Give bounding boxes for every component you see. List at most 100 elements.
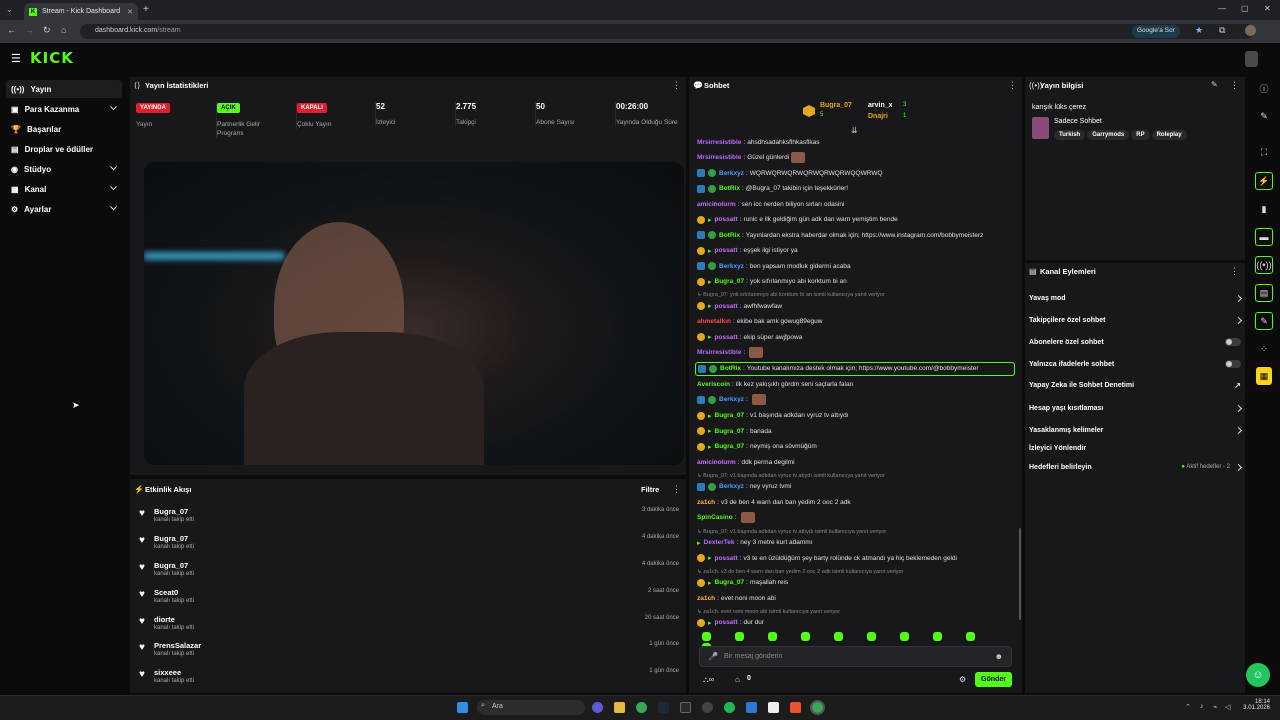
emoji-icon[interactable]: ☻ [995,652,1003,661]
bookmark-star-icon[interactable]: ★ [1195,25,1203,36]
action-ai-moderation[interactable]: Yapay Zeka ile Sohbet Denetimi ↗ [1029,377,1241,393]
activity-toggle-icon[interactable]: ⚡ [1255,172,1273,190]
chat-username[interactable]: BotRix [719,185,740,192]
leaderboard-user[interactable]: Dnajri [868,113,888,120]
vscode-icon[interactable] [746,702,757,713]
chat-username[interactable]: Bugra_07 [715,443,745,450]
leaderboard-user[interactable]: arvin_x [868,102,893,109]
stream-info-toggle-icon[interactable]: ((•)) [1255,256,1273,274]
toggle-switch[interactable] [1225,338,1241,346]
tag[interactable]: RP [1131,130,1150,140]
tag[interactable]: Roleplay [1151,130,1187,140]
chat-scrollbar[interactable] [1019,528,1021,620]
sidebar-item-droplar[interactable]: ▤ Droplar ve ödüller [6,140,122,158]
store-icon[interactable]: ⌂ [735,675,740,684]
chat-username[interactable]: Mrsirresistible [697,349,741,356]
mic-icon[interactable]: 🎤 [708,652,718,661]
send-button[interactable]: Gönder [975,672,1012,687]
action-followers-only[interactable]: Takipçilere özel sohbet [1029,312,1243,328]
chat-username[interactable]: possatt [715,619,738,626]
forward-icon[interactable]: → [25,25,34,35]
menu-icon[interactable]: ☰ [11,52,21,65]
maximize-icon[interactable]: ▢ [1241,4,1249,13]
chat-username[interactable]: amicinolurm [697,201,736,208]
chrome-active-icon[interactable] [810,700,825,715]
close-tab-icon[interactable]: ✕ [127,8,133,16]
more-options-icon[interactable]: ⋮ [1230,80,1239,91]
chat-username[interactable]: Berkxyz [719,396,744,403]
action-subs-only[interactable]: Abonelere özel sohbet [1029,334,1241,350]
apps-icon[interactable]: ⁘ [1254,340,1274,358]
edit-icon[interactable]: ✎ [1254,107,1274,125]
mic-tray-icon[interactable]: ♪ [1200,703,1204,710]
chat-username[interactable]: SpinCasino [697,514,733,521]
actions-toggle-icon[interactable]: ▤ [1255,284,1273,302]
activity-user[interactable]: sixxeee [154,668,181,677]
action-goals[interactable]: Hedefleri belirleyin ● Aktif hedefler - 2 [1029,459,1243,475]
edit-icon[interactable]: ✎ [1211,80,1218,89]
reload-icon[interactable]: ↻ [43,25,51,36]
chat-username[interactable]: possatt [715,555,738,562]
discord-icon[interactable] [592,702,603,713]
tab-search-icon[interactable]: ⌄ [6,5,13,14]
toggle-switch[interactable] [1225,360,1241,368]
stream-preview[interactable] [144,162,684,465]
tools-toggle-icon[interactable]: ✎ [1255,312,1273,330]
spotify-icon[interactable] [724,702,735,713]
chat-username[interactable]: Berkxyz [719,170,744,177]
chat-username[interactable]: amicinolurm [697,459,736,466]
close-window-icon[interactable]: ✕ [1264,4,1271,13]
chat-username[interactable]: Bugra_07 [715,579,745,586]
category-thumbnail[interactable] [1032,117,1049,139]
action-raid[interactable]: İzleyici Yönlendir [1029,440,1241,456]
url-input[interactable]: dashboard.kick.com/stream [80,24,1254,39]
app-icon[interactable] [680,702,691,713]
info-icon[interactable]: ⓘ [1254,79,1274,97]
chrome-icon[interactable] [636,702,647,713]
taskbar-clock[interactable]: 18:14 3.01.2026 [1242,699,1270,711]
profile-avatar[interactable] [1245,25,1256,36]
browser-tab[interactable]: K Stream - Kick Dashboard ✕ [24,3,138,20]
explorer-icon[interactable] [614,702,625,713]
chat-username[interactable]: possatt [715,303,738,310]
more-options-icon[interactable]: ⋮ [1230,266,1239,277]
more-options-icon[interactable]: ⋮ [672,484,681,495]
action-slow-mode[interactable]: Yavaş mod [1029,290,1243,306]
google-ask-button[interactable]: Google'a Sor [1132,25,1180,38]
action-banned-words[interactable]: Yasaklanmış kelimeler [1029,422,1243,438]
action-account-age[interactable]: Hesap yaşı kısıtlaması [1029,400,1243,416]
activity-user[interactable]: PrensSalazar [154,641,201,650]
chat-username[interactable]: BotRix [720,365,741,372]
home-icon[interactable]: ⌂ [61,25,66,35]
sidebar-item-para-kazanma[interactable]: ▣ Para Kazanma [6,100,122,118]
chat-username[interactable]: Bugra_07 [715,412,745,419]
preview-icon[interactable]: ⛶ [1254,143,1274,161]
chat-username[interactable]: Mrsirresistible [697,139,741,146]
filter-button[interactable]: Filtre [641,485,659,494]
stream-category[interactable]: Sadece Sohbet [1054,118,1102,125]
more-options-icon[interactable]: ⋮ [672,80,681,91]
back-icon[interactable]: ← [7,25,16,35]
minimize-icon[interactable]: — [1218,4,1226,13]
chat-username[interactable]: Averiscoin [697,381,730,388]
chat-username[interactable]: Berkxyz [719,483,744,490]
chat-username[interactable]: possatt [715,247,738,254]
tray-chevron-icon[interactable]: ⌃ [1185,703,1191,711]
new-tab-icon[interactable]: + [143,4,149,15]
collapse-icon[interactable]: ⇊ [851,126,858,135]
chat-username[interactable]: ahmetalkın [697,318,731,325]
sidebar-item-kanal[interactable]: ▦ Kanal [6,180,122,198]
chat-username[interactable]: za1ch [697,595,715,602]
kick-logo[interactable]: KICK [30,49,74,67]
chat-username[interactable]: possatt [715,334,738,341]
more-options-icon[interactable]: ⋮ [1008,80,1017,91]
sidebar-item-ayarlar[interactable]: ⚙ Ayarlar [6,200,122,218]
sidebar-item-basarilar[interactable]: 🏆 Başarılar [6,120,122,138]
help-chat-icon[interactable]: ☺ [1246,663,1270,687]
extensions-icon[interactable]: ⧉ [1219,25,1225,36]
tag[interactable]: Turkish [1054,130,1086,140]
chat-input[interactable]: 🎤 Bir mesaj gönderin ☻ [699,646,1012,667]
chat-username[interactable]: Berkxyz [719,263,744,270]
clip-icon[interactable]: ▦ [1256,367,1272,385]
stats-toggle-icon[interactable]: ▮ [1254,200,1274,218]
